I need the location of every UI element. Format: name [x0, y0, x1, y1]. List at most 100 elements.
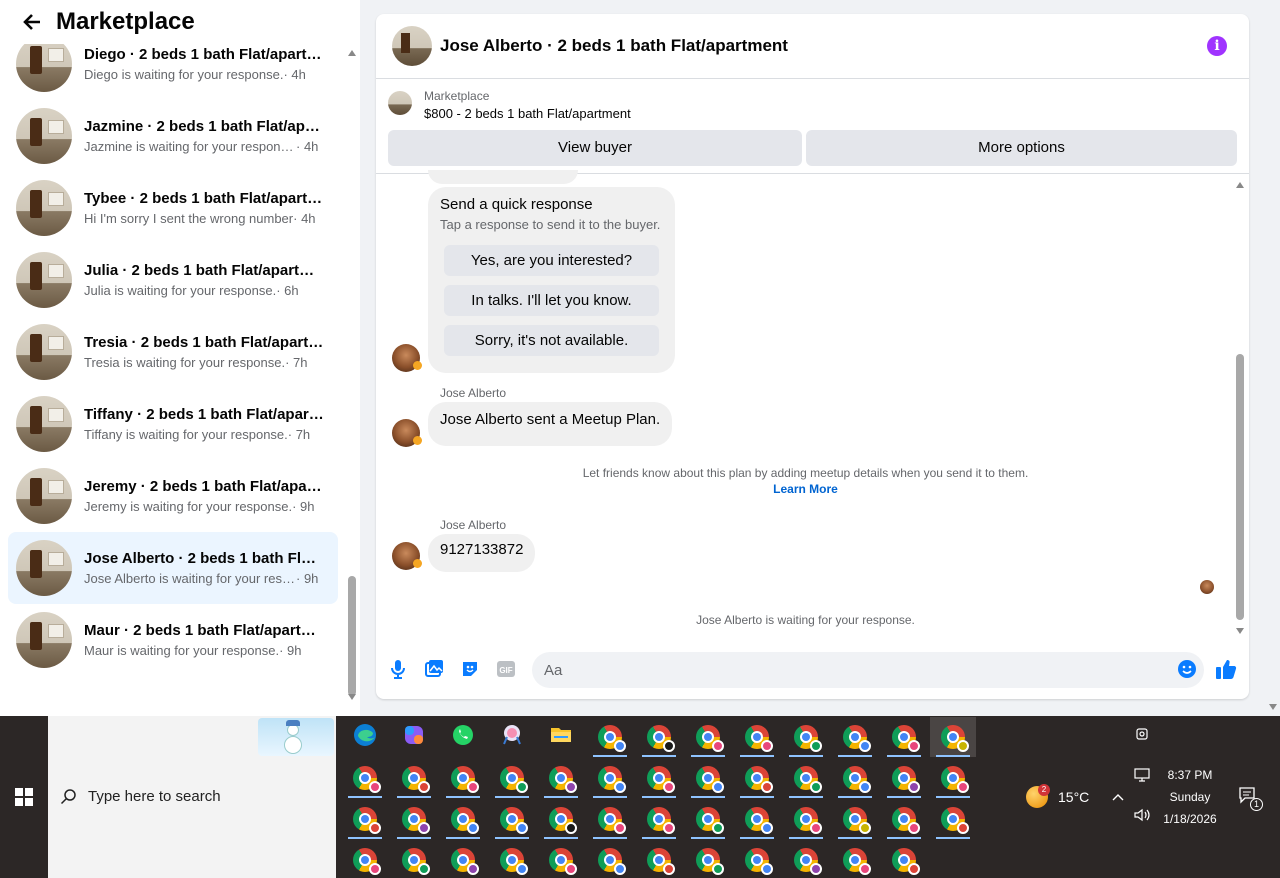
chrome-taskbar-button[interactable]: [489, 840, 535, 878]
copilot-taskbar-button[interactable]: [391, 717, 437, 757]
microphone-icon[interactable]: [387, 658, 409, 680]
message-bubble[interactable]: 9127133872: [428, 534, 536, 572]
chrome-taskbar-button[interactable]: [342, 840, 388, 878]
chat-scrollbar[interactable]: [1234, 180, 1246, 636]
chrome-taskbar-button[interactable]: [685, 840, 731, 878]
sender-avatar[interactable]: [392, 344, 422, 372]
chrome-taskbar-button[interactable]: [440, 758, 486, 798]
quick-response-not-available-button[interactable]: Sorry, it's not available.: [444, 325, 659, 356]
photo-icon[interactable]: [423, 658, 445, 680]
conversation-item[interactable]: Tiffany · 2 beds 1 bath Flat/apartment Ti…: [8, 388, 338, 460]
file-explorer-taskbar-button[interactable]: [538, 717, 584, 757]
chrome-taskbar-button[interactable]: [342, 799, 388, 839]
chevron-up-icon[interactable]: [1112, 788, 1124, 804]
snipping-tool-taskbar-button[interactable]: [489, 717, 535, 757]
chrome-taskbar-button[interactable]: [832, 799, 878, 839]
chrome-taskbar-button[interactable]: [636, 799, 682, 839]
meet-now-icon[interactable]: [1136, 726, 1148, 747]
scroll-thumb[interactable]: [348, 576, 356, 696]
page-scrollbar[interactable]: [1266, 0, 1280, 716]
clock-time[interactable]: 8:37 PM: [1150, 768, 1230, 782]
chrome-taskbar-button[interactable]: [734, 717, 780, 757]
chrome-taskbar-button[interactable]: [440, 840, 486, 878]
chrome-taskbar-button[interactable]: [832, 717, 878, 757]
conversation-item[interactable]: Tybee · 2 beds 1 bath Flat/apartment Hi I…: [8, 172, 338, 244]
view-buyer-button[interactable]: View buyer: [388, 130, 802, 166]
chrome-taskbar-button[interactable]: [636, 758, 682, 798]
quick-response-in-talks-button[interactable]: In talks. I'll let you know.: [444, 285, 659, 316]
chrome-taskbar-button[interactable]: [685, 717, 731, 757]
chrome-taskbar-button[interactable]: [587, 717, 633, 757]
sender-avatar[interactable]: [392, 419, 422, 447]
listing-avatar[interactable]: [392, 26, 432, 66]
scroll-down-icon[interactable]: [1236, 628, 1244, 634]
chrome-taskbar-button[interactable]: [930, 799, 976, 839]
edge-taskbar-button[interactable]: [342, 717, 388, 757]
chrome-taskbar-button[interactable]: [783, 717, 829, 757]
chrome-taskbar-button[interactable]: [636, 840, 682, 878]
conversation-item[interactable]: Jazmine · 2 beds 1 bath Flat/apartment Ja…: [8, 100, 338, 172]
chrome-taskbar-button[interactable]: [783, 799, 829, 839]
chrome-taskbar-button[interactable]: [538, 840, 584, 878]
chrome-taskbar-button[interactable]: [832, 840, 878, 878]
sidebar-scrollbar[interactable]: [346, 44, 358, 704]
chrome-taskbar-button[interactable]: [587, 799, 633, 839]
gif-icon[interactable]: GIF: [495, 658, 517, 680]
scroll-thumb[interactable]: [1236, 354, 1244, 620]
quick-response-yes-button[interactable]: Yes, are you interested?: [444, 245, 659, 276]
info-icon[interactable]: i: [1207, 36, 1227, 56]
back-button[interactable]: [16, 6, 48, 38]
chrome-taskbar-button[interactable]: [783, 758, 829, 798]
listing-title[interactable]: $800 - 2 beds 1 bath Flat/apartment: [424, 106, 631, 121]
scroll-up-icon[interactable]: [1236, 182, 1244, 188]
chrome-taskbar-button[interactable]: [881, 799, 927, 839]
chrome-taskbar-button[interactable]: [489, 758, 535, 798]
thumbs-up-icon[interactable]: [1215, 658, 1237, 680]
conversation-item[interactable]: Maur · 2 beds 1 bath Flat/apartment Maur …: [8, 604, 338, 676]
scroll-up-icon[interactable]: [348, 50, 356, 56]
conversation-item[interactable]: Julia · 2 beds 1 bath Flat/apartment Juli…: [8, 244, 338, 316]
more-options-button[interactable]: More options: [806, 130, 1237, 166]
chrome-taskbar-button[interactable]: [734, 758, 780, 798]
chrome-taskbar-button[interactable]: [587, 758, 633, 798]
temperature[interactable]: 15°C: [1058, 789, 1089, 805]
clock-date[interactable]: 1/18/2026: [1150, 812, 1230, 826]
chrome-taskbar-button[interactable]: [538, 758, 584, 798]
scroll-down-icon[interactable]: [1269, 704, 1277, 710]
chrome-taskbar-button[interactable]: [489, 799, 535, 839]
chrome-taskbar-button[interactable]: [685, 758, 731, 798]
chrome-taskbar-button[interactable]: [636, 717, 682, 757]
chrome-taskbar-button[interactable]: [342, 758, 388, 798]
chrome-taskbar-button[interactable]: [685, 799, 731, 839]
search-highlight-image[interactable]: [258, 718, 334, 756]
chrome-taskbar-button[interactable]: [881, 758, 927, 798]
message-bubble[interactable]: Jose Alberto sent a Meetup Plan.: [428, 402, 673, 446]
scroll-down-icon[interactable]: [348, 694, 356, 700]
conversation-item[interactable]: Tresia · 2 beds 1 bath Flat/apartment Tre…: [8, 316, 338, 388]
taskbar-search[interactable]: Type here to search: [48, 716, 336, 878]
chrome-taskbar-button[interactable]: [734, 840, 780, 878]
chrome-taskbar-button[interactable]: [538, 799, 584, 839]
conversation-item[interactable]: Jeremy · 2 beds 1 bath Flat/apartment Jer…: [8, 460, 338, 532]
chrome-taskbar-button[interactable]: [783, 840, 829, 878]
chrome-taskbar-button[interactable]: [881, 717, 927, 757]
chrome-taskbar-button[interactable]: [832, 758, 878, 798]
start-button[interactable]: [0, 716, 48, 878]
chrome-taskbar-button[interactable]: [734, 799, 780, 839]
sticker-icon[interactable]: [459, 658, 481, 680]
learn-more-link[interactable]: Learn More: [376, 482, 1235, 496]
chrome-taskbar-button[interactable]: [391, 758, 437, 798]
chrome-taskbar-button[interactable]: [930, 758, 976, 798]
message-input[interactable]: [532, 652, 1204, 688]
chrome-taskbar-button[interactable]: [391, 840, 437, 878]
chrome-taskbar-button[interactable]: [391, 799, 437, 839]
chrome-taskbar-button[interactable]: [881, 840, 927, 878]
chrome-taskbar-button[interactable]: [930, 717, 976, 757]
sender-avatar[interactable]: [392, 542, 422, 570]
chrome-taskbar-button[interactable]: [587, 840, 633, 878]
conversation-item[interactable]: Jose Alberto · 2 beds 1 bath Flat/apartm…: [8, 532, 338, 604]
clock-day[interactable]: Sunday: [1150, 790, 1230, 804]
whatsapp-taskbar-button[interactable]: [440, 717, 486, 757]
emoji-icon[interactable]: [1176, 658, 1198, 680]
listing-thumbnail[interactable]: [388, 91, 412, 115]
